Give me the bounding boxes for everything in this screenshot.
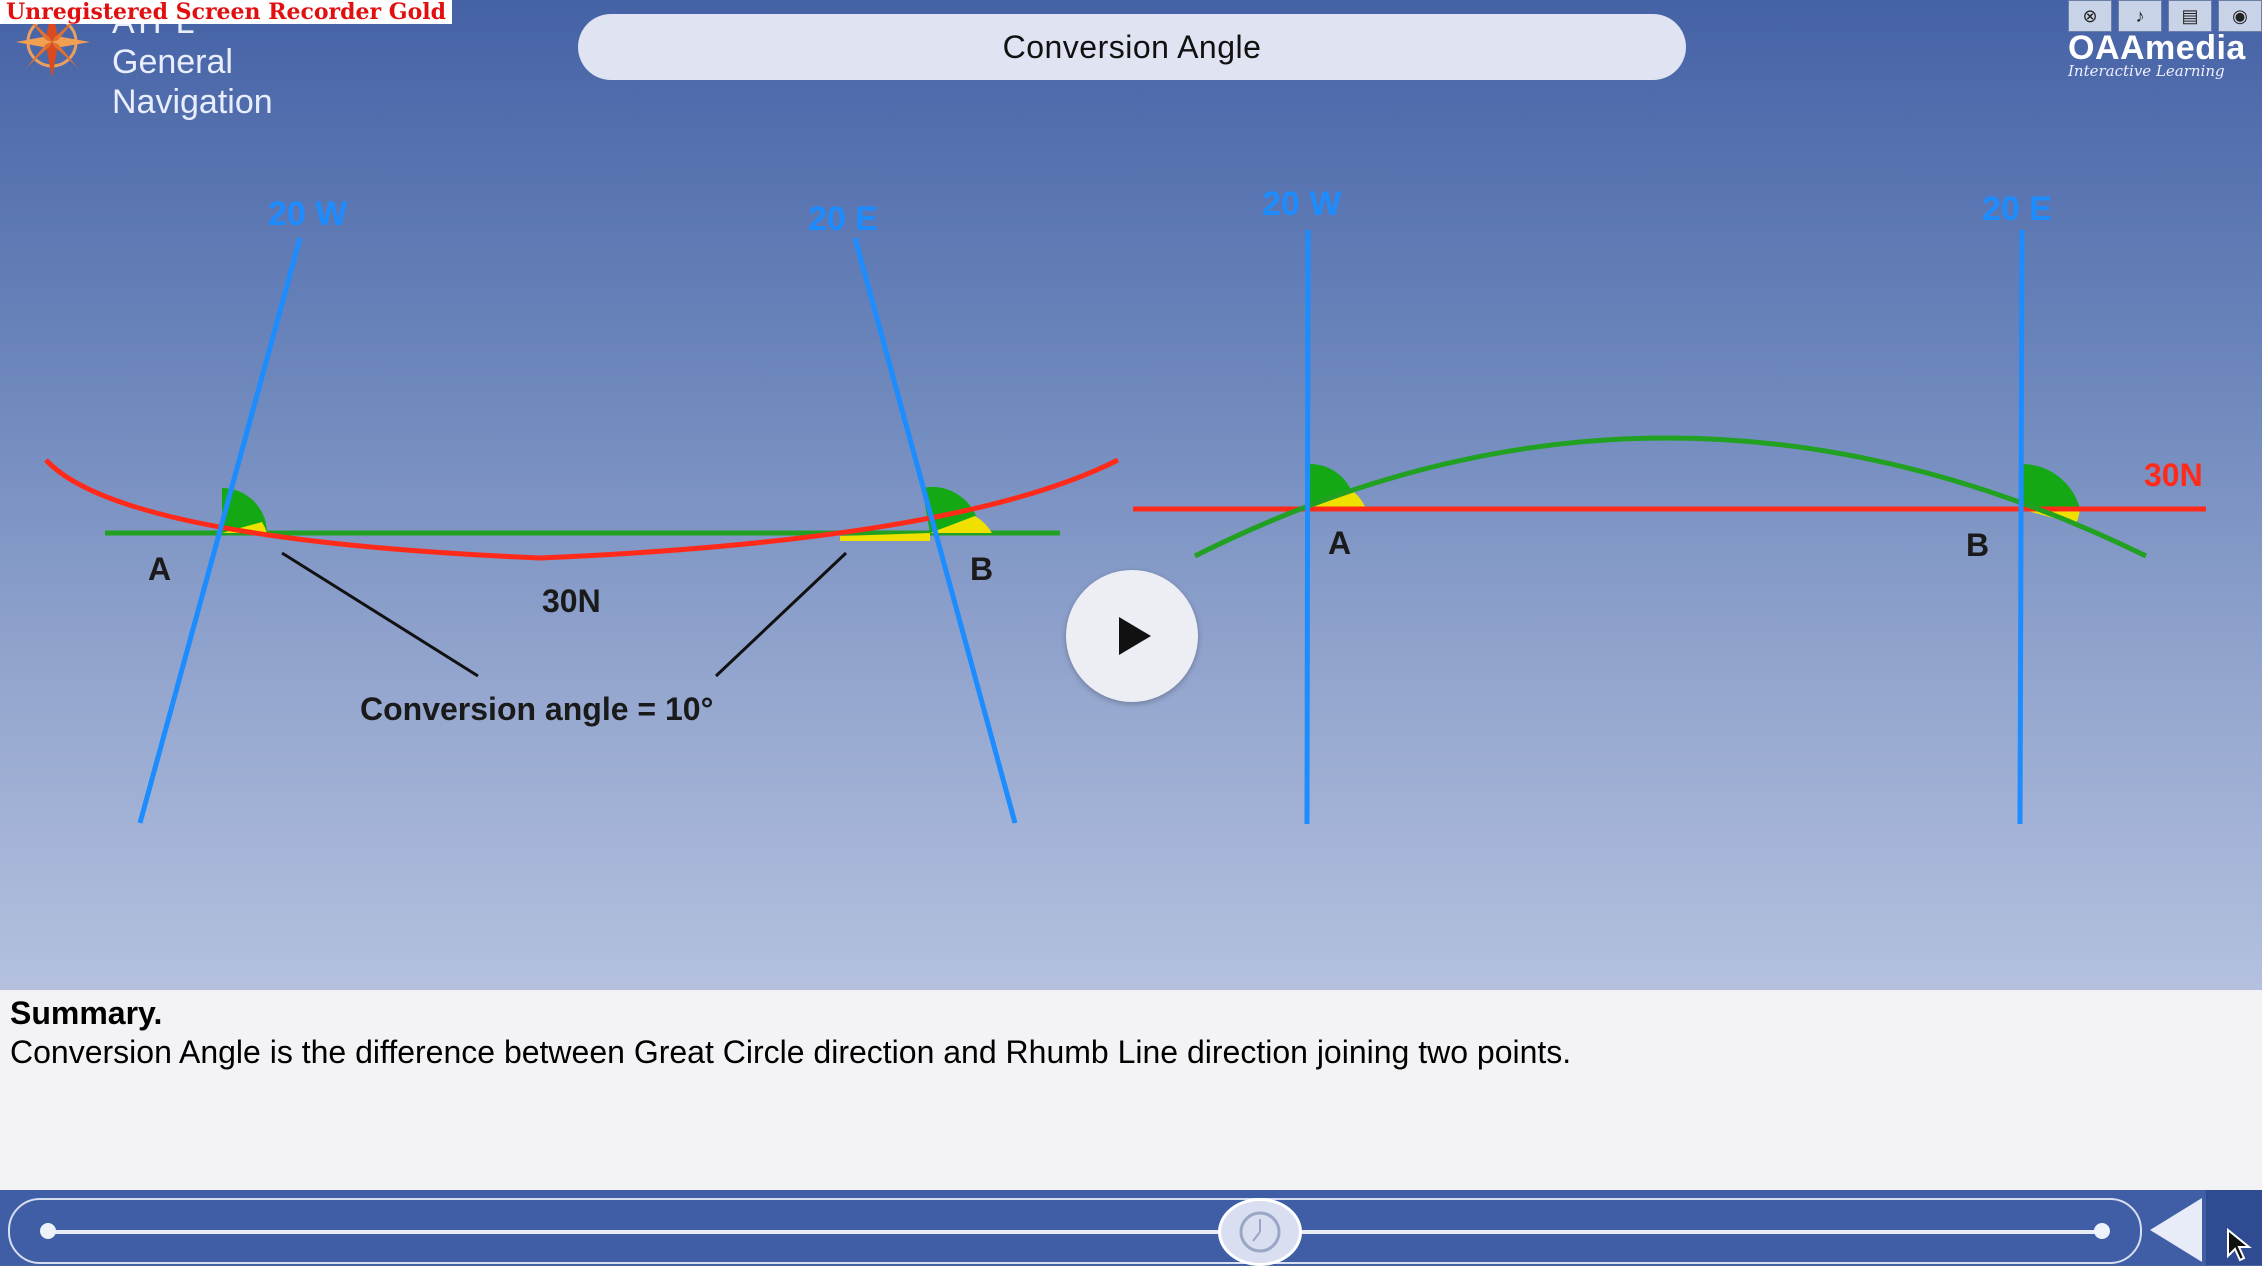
left-pointer-a (281, 551, 479, 678)
conversion-angle-caption: Conversion angle = 10° (360, 691, 713, 727)
progress-start-dot (40, 1223, 56, 1239)
left-diagram: 20 W 20 E A B 30N Conversion angle = 10° (44, 195, 1120, 824)
left-label-20e: 20 E (808, 200, 878, 238)
left-label-a: A (148, 551, 171, 587)
summary-heading: Summary. (10, 995, 163, 1031)
left-label-20w: 20 W (268, 195, 348, 233)
left-label-b: B (970, 551, 993, 587)
left-pointer-b (714, 551, 848, 678)
progress-line (50, 1230, 2104, 1234)
right-angle-b (2020, 463, 2080, 509)
play-button[interactable] (1066, 570, 1198, 702)
back-arrow-icon[interactable] (2150, 1198, 2202, 1262)
right-meridian-west (1304, 229, 1311, 825)
right-label-30n: 30N (2144, 457, 2203, 493)
summary-text: Conversion Angle is the difference betwe… (10, 1034, 1572, 1070)
summary-panel: Summary. Conversion Angle is the differe… (0, 990, 2262, 1190)
clock-icon (1239, 1211, 1281, 1253)
left-label-30n: 30N (542, 583, 601, 619)
progress-knob[interactable] (1218, 1198, 1302, 1266)
conversion-angle-diagram: 20 W 20 E A B 30N Conversion angle = 10°… (44, 185, 2206, 825)
right-label-a: A (1328, 525, 1351, 561)
mouse-cursor-icon (2227, 1228, 2252, 1262)
play-icon (1119, 617, 1151, 655)
progress-end-dot (2094, 1223, 2110, 1239)
right-label-20w: 20 W (1262, 185, 1342, 223)
right-meridian-east (2017, 229, 2025, 825)
progress-track[interactable] (8, 1198, 2142, 1266)
playback-bar (0, 1190, 2262, 1266)
right-label-20e: 20 E (1982, 190, 2052, 228)
right-diagram: 20 W 20 E A B 30N (1133, 185, 2206, 825)
right-label-b: B (1966, 527, 1989, 563)
